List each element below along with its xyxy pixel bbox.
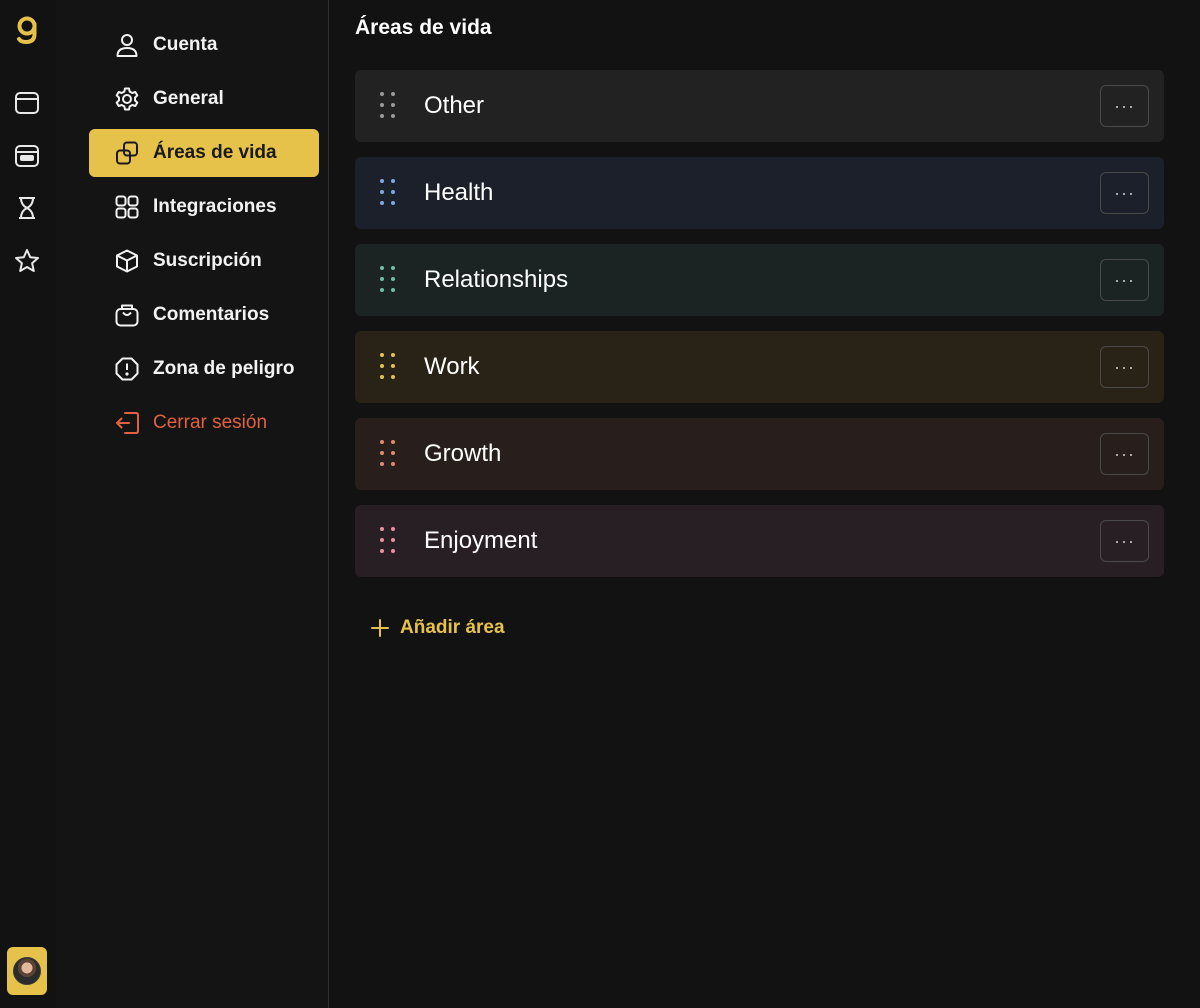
area-name: Health [424, 179, 494, 206]
gear-icon [113, 85, 141, 113]
nav-item-label: General [153, 88, 224, 109]
calendar-icon[interactable] [10, 85, 44, 119]
area-name: Enjoyment [424, 527, 538, 554]
nav-item-general[interactable]: General [89, 75, 319, 123]
area-row-enjoyment[interactable]: Enjoyment ··· [355, 505, 1164, 577]
more-options-button[interactable]: ··· [1100, 346, 1149, 388]
nav-item-cuenta[interactable]: Cuenta [89, 21, 319, 69]
nav-item-label: Cerrar sesión [153, 412, 268, 433]
grid-icon [113, 193, 141, 221]
drag-handle-icon[interactable] [380, 266, 398, 294]
user-icon [113, 31, 141, 59]
logout-icon [113, 409, 141, 437]
nav-item-label: Comentarios [153, 304, 270, 325]
box-icon [113, 247, 141, 275]
squares-icon [113, 139, 141, 167]
areas-list: Other ··· Health ··· Relationships ··· W… [355, 70, 1164, 592]
nav-item-label: Suscripción [153, 250, 262, 271]
nav-item-integraciones[interactable]: Integraciones [89, 183, 319, 231]
feedback-icon [113, 301, 141, 329]
alert-icon [113, 355, 141, 383]
nav-item-zona-de-peligro[interactable]: Zona de peligro [89, 345, 319, 393]
settings-sidebar: Cuenta General Áreas de vida Integracion… [56, 0, 329, 1008]
nav-item-label: Áreas de vida [153, 142, 277, 163]
app-window: Cuenta General Áreas de vida Integracion… [0, 0, 1200, 1008]
main-content: Áreas de vida Other ··· Health ··· Relat… [330, 0, 1200, 1008]
nav-item-comentarios[interactable]: Comentarios [89, 291, 319, 339]
area-row-work[interactable]: Work ··· [355, 331, 1164, 403]
drag-handle-icon[interactable] [380, 440, 398, 468]
more-options-button[interactable]: ··· [1100, 433, 1149, 475]
agenda-icon[interactable] [10, 138, 44, 172]
avatar [13, 957, 41, 985]
drag-handle-icon[interactable] [380, 527, 398, 555]
star-icon[interactable] [10, 244, 44, 278]
nav-item-areas-de-vida[interactable]: Áreas de vida [89, 129, 319, 177]
area-name: Work [424, 353, 480, 380]
drag-handle-icon[interactable] [380, 92, 398, 120]
logo-icon[interactable] [13, 14, 41, 46]
page-title: Áreas de vida [355, 16, 492, 39]
add-area-label: Añadir área [400, 617, 505, 638]
add-area-button[interactable]: Añadir área [370, 617, 505, 639]
more-options-button[interactable]: ··· [1100, 259, 1149, 301]
area-name: Growth [424, 440, 502, 467]
more-options-button[interactable]: ··· [1100, 172, 1149, 214]
area-name: Relationships [424, 266, 569, 293]
nav-item-label: Zona de peligro [153, 358, 295, 379]
drag-handle-icon[interactable] [380, 179, 398, 207]
area-name: Other [424, 92, 485, 119]
icon-rail [0, 0, 56, 1008]
nav-item-suscripcion[interactable]: Suscripción [89, 237, 319, 285]
area-row-other[interactable]: Other ··· [355, 70, 1164, 142]
drag-handle-icon[interactable] [380, 353, 398, 381]
area-row-relationships[interactable]: Relationships ··· [355, 244, 1164, 316]
more-options-button[interactable]: ··· [1100, 85, 1149, 127]
nav-item-cerrar-sesion[interactable]: Cerrar sesión [89, 399, 319, 447]
user-avatar-button[interactable] [7, 947, 47, 995]
nav-item-label: Integraciones [153, 196, 277, 217]
more-options-button[interactable]: ··· [1100, 520, 1149, 562]
nav-item-label: Cuenta [153, 34, 218, 55]
hourglass-icon[interactable] [10, 191, 44, 225]
plus-icon [371, 619, 389, 637]
area-row-growth[interactable]: Growth ··· [355, 418, 1164, 490]
area-row-health[interactable]: Health ··· [355, 157, 1164, 229]
